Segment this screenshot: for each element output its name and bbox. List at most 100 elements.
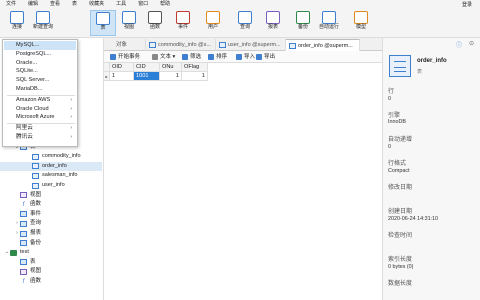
tree-item-label: 查询 — [30, 220, 42, 227]
menu-table[interactable]: 表 — [66, 0, 83, 8]
toolbar-table-button[interactable]: 表 — [90, 10, 116, 36]
tree-item[interactable]: commodity_info — [0, 152, 81, 161]
table-cell[interactable]: 1 — [110, 72, 134, 81]
dropdown-item-label: Amazon AWS — [16, 96, 51, 103]
table-cell[interactable]: 1 — [160, 72, 182, 81]
tab-label: user_info @superm... — [228, 42, 281, 48]
dropdown-item[interactable]: PostgreSQL... — [4, 50, 76, 59]
column-header[interactable]: CID — [134, 63, 160, 72]
toolbar-report-button[interactable]: 报表 — [260, 10, 286, 36]
tree-item[interactable]: 表 — [0, 258, 36, 267]
tab-1[interactable]: commodity_info @s... — [146, 39, 216, 51]
dropdown-item[interactable]: MySQL... — [4, 41, 76, 50]
dropdown-item[interactable]: Oracle... — [4, 59, 76, 68]
tree-item[interactable]: 视图 — [0, 267, 41, 276]
info-field-value: 0 — [388, 144, 391, 150]
connection-icon — [10, 11, 24, 24]
view-icon — [122, 11, 136, 24]
menu-help[interactable]: 帮助 — [154, 0, 176, 8]
toolbar-backup-button[interactable]: 备份 — [290, 10, 316, 36]
data-toolbar-button[interactable]: 开始事务 — [110, 53, 140, 61]
user-icon — [206, 11, 220, 24]
column-header[interactable]: OFlag — [182, 63, 208, 72]
dropdown-item[interactable]: SQLite... — [4, 67, 76, 76]
toolbar-label: 用户 — [207, 24, 218, 30]
tree-item[interactable]: f 函数 — [0, 200, 41, 209]
info-field-label: 行 — [388, 89, 395, 95]
dropdown-item-label: MariaDB... — [16, 86, 43, 92]
dropdown-item[interactable]: Oracle Cloud › — [4, 105, 76, 114]
tree-item-label: commodity_info — [42, 153, 81, 160]
tree-item[interactable]: f 函数 — [0, 277, 41, 286]
toolbar-label: 函数 — [149, 24, 160, 30]
menu-tools[interactable]: 工具 — [110, 0, 132, 8]
tree-item[interactable]: user_info — [0, 181, 65, 190]
table-tab-icon — [149, 42, 156, 48]
toolbar-query-button[interactable]: 查询 — [232, 10, 258, 36]
tree-item[interactable]: 备份 — [0, 239, 41, 248]
dropdown-item[interactable]: Amazon AWS › — [4, 96, 76, 105]
data-grid[interactable]: OID CID ONu OFlag ▸ 1 1001 1 1 — [104, 63, 382, 300]
menu-file[interactable]: 文件 — [0, 0, 22, 8]
data-toolbar-button[interactable]: 筛选 — [182, 53, 201, 61]
toolbar-model-button[interactable]: 模型 — [348, 10, 374, 36]
dropdown-item-label: PostgreSQL... — [16, 50, 52, 57]
toolbar-connection-button[interactable]: 连接 — [4, 10, 30, 36]
toolbar-user-button[interactable]: 用户 — [200, 10, 226, 36]
info-icon[interactable]: ⓘ — [456, 40, 462, 49]
tree-item[interactable]: salesman_info — [0, 171, 77, 180]
table-icon — [32, 153, 39, 160]
tree-item[interactable]: › 查询 — [0, 219, 41, 228]
toolbar-automation-button[interactable]: 自动运行 — [316, 10, 342, 36]
toolbar-label: 模型 — [355, 24, 366, 30]
dropdown-item[interactable]: MariaDB... — [4, 85, 76, 94]
ddl-icon[interactable]: ⊙ — [469, 40, 474, 47]
tree-item[interactable]: 事件 — [0, 210, 41, 219]
dropdown-item-label: Microsoft Azure — [16, 114, 55, 121]
toolbar-label: 连接 — [11, 24, 22, 30]
dropdown-item[interactable]: 腾讯云 › — [4, 133, 76, 142]
column-header[interactable]: ONu — [160, 63, 182, 72]
menu-view[interactable]: 查看 — [44, 0, 66, 8]
table-icon — [32, 182, 39, 189]
toolbar-new-query-button[interactable]: 新建查询 — [30, 10, 56, 36]
table-cell[interactable]: 1001 — [134, 72, 160, 81]
tree-item-label: 表 — [30, 258, 36, 265]
tree-item-label: 视图 — [30, 191, 42, 198]
data-toolbar-button[interactable]: 导出 — [256, 53, 275, 61]
toolbar-event-button[interactable]: 事件 — [170, 10, 196, 36]
tab-3[interactable]: order_info @superm... — [286, 39, 360, 51]
toolbar-label: 视图 — [123, 24, 134, 30]
toolbar-view-button[interactable]: 视图 — [116, 10, 142, 36]
submenu-arrow-icon: › — [70, 96, 72, 103]
dropdown-item[interactable]: SQL Server... — [4, 76, 76, 85]
tab-label: commodity_info @s... — [158, 42, 211, 48]
menu-edit[interactable]: 编辑 — [22, 0, 44, 8]
tree-item[interactable]: ⌄ test — [0, 248, 29, 257]
folder-icon — [20, 230, 27, 237]
data-toolbar-button[interactable]: 文本 ▾ — [152, 53, 175, 61]
tab-label: order_info @superm... — [298, 43, 353, 49]
tab-2[interactable]: user_info @superm... — [216, 39, 286, 51]
tree-item[interactable]: 视图 — [0, 191, 41, 200]
tree-item[interactable]: order_info — [0, 161, 102, 171]
column-header[interactable]: OID — [110, 63, 134, 72]
toolbar-function-button[interactable]: 函数 — [142, 10, 168, 36]
tree-item-label: 备份 — [30, 239, 42, 246]
menu-window[interactable]: 窗口 — [132, 0, 154, 8]
dropdown-item[interactable]: Microsoft Azure › — [4, 113, 76, 122]
data-toolbar-button[interactable]: 导入 — [236, 53, 255, 61]
tree-item[interactable]: › 报表 — [0, 229, 41, 238]
info-field-label: 索引长度 — [388, 257, 413, 263]
tree-item-label: 函数 — [30, 201, 42, 208]
menu-favorites[interactable]: 收藏夹 — [83, 0, 110, 8]
backup-icon — [296, 11, 310, 24]
table-cell[interactable]: 1 — [182, 72, 208, 81]
login-link[interactable]: 登录 — [462, 1, 480, 8]
data-toolbar-button[interactable]: 排序 — [208, 53, 227, 61]
dropdown-item[interactable]: 阿里云 › — [4, 124, 76, 133]
object-info-panel: ⓘ ⊙ order_info 表 行 0 引擎 InnoDB 自动递增 0 行格式 Compa… — [382, 38, 480, 300]
tree-item-label: user_info — [42, 182, 65, 188]
tab-0[interactable]: 对象 — [112, 39, 146, 51]
new-query-icon — [36, 11, 50, 24]
